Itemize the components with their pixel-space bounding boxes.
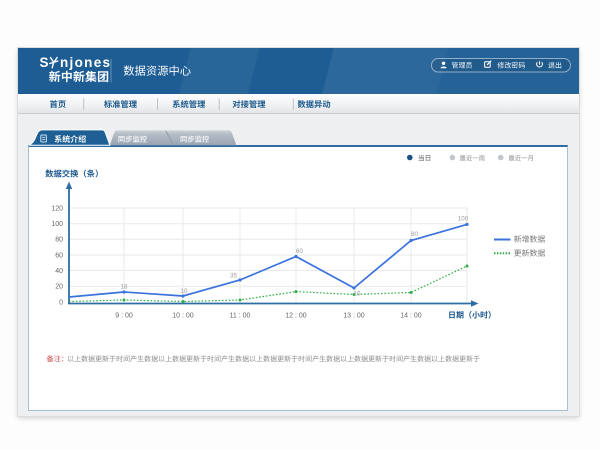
svg-text:120: 120 xyxy=(51,205,63,212)
svg-text:60: 60 xyxy=(296,248,303,255)
svg-text:S: S xyxy=(40,55,49,70)
svg-text:100: 100 xyxy=(51,221,63,228)
svg-text:0: 0 xyxy=(59,299,63,306)
svg-text:11 : 00: 11 : 00 xyxy=(230,313,251,320)
svg-text:14 : 00: 14 : 00 xyxy=(400,313,422,320)
svg-text:20: 20 xyxy=(55,284,63,291)
svg-text:100: 100 xyxy=(458,216,469,223)
svg-text:80: 80 xyxy=(55,237,63,244)
svg-text:10: 10 xyxy=(354,291,361,298)
svg-text:12 : 00: 12 : 00 xyxy=(285,313,307,320)
svg-text:40: 40 xyxy=(55,268,63,275)
svg-text:njones: njones xyxy=(60,55,111,70)
svg-text:10: 10 xyxy=(181,288,188,295)
svg-text:10 : 00: 10 : 00 xyxy=(172,313,194,320)
svg-text:80: 80 xyxy=(411,231,418,238)
svg-text:13 : 00: 13 : 00 xyxy=(343,313,365,320)
svg-text:35: 35 xyxy=(230,273,237,280)
svg-text:60: 60 xyxy=(55,252,63,259)
svg-text:9 : 00: 9 : 00 xyxy=(115,313,133,320)
svg-text:18: 18 xyxy=(121,284,128,291)
